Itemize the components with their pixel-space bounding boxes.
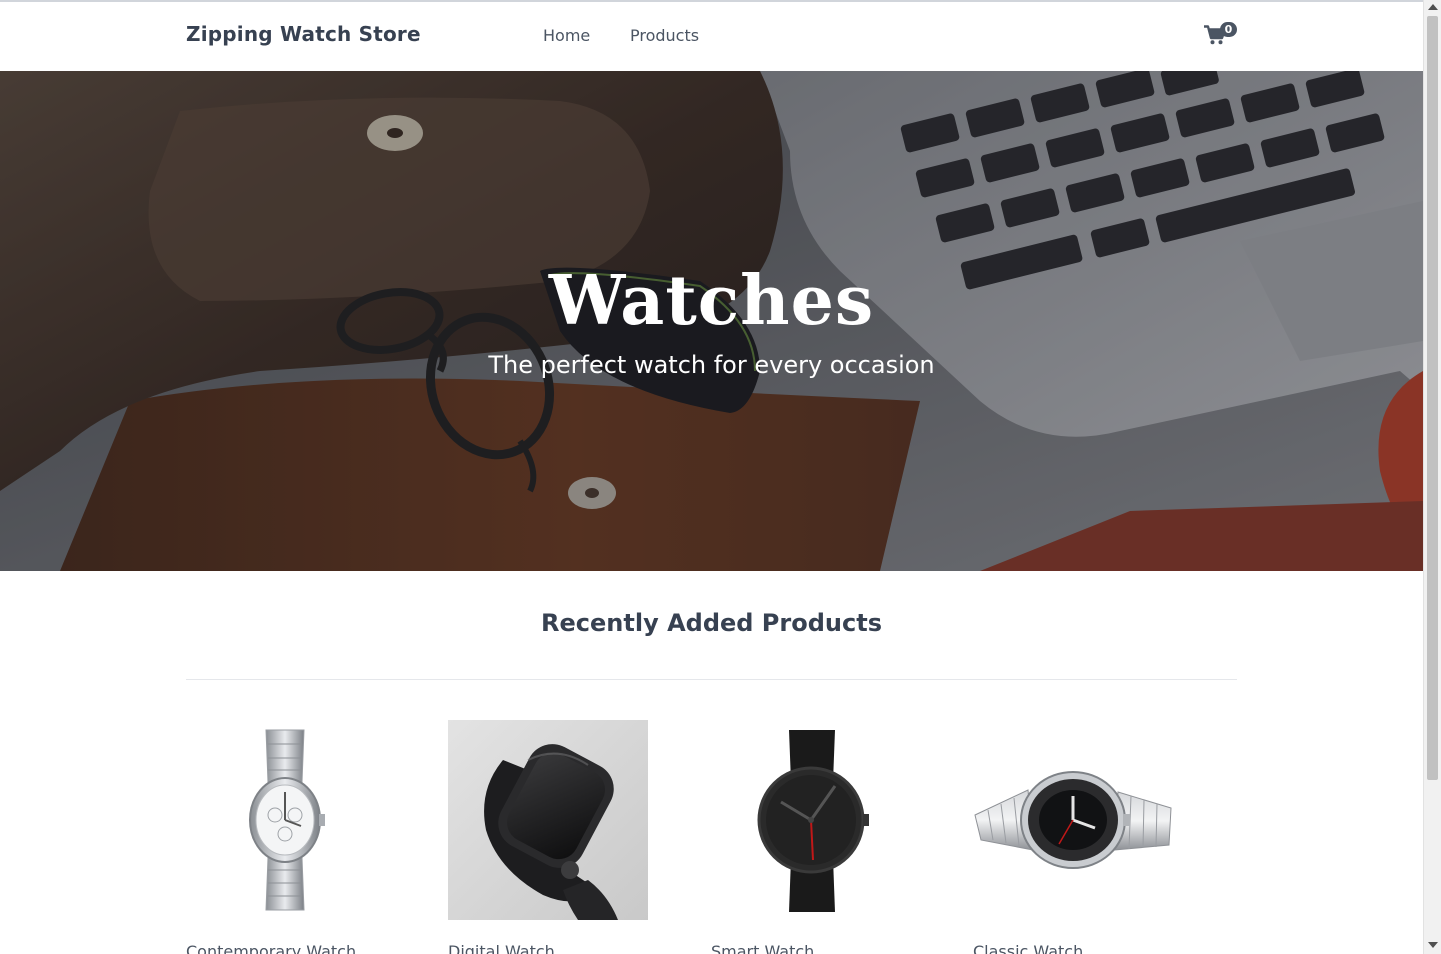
product-name[interactable]: Classic Watch	[973, 942, 1083, 954]
browser-viewport: Zipping Watch Store Home Products 0 Watc…	[0, 0, 1441, 954]
hero-subtitle: The perfect watch for every occasion	[488, 351, 935, 379]
cart-count-badge: 0	[1220, 22, 1237, 37]
product-image[interactable]	[448, 720, 648, 920]
navbar: Zipping Watch Store Home Products 0	[0, 0, 1423, 71]
product-name[interactable]: Smart Watch	[711, 942, 814, 954]
product-card[interactable]: Digital Watch	[448, 720, 648, 954]
product-image[interactable]	[973, 720, 1173, 920]
scrollbar-thumb[interactable]	[1427, 16, 1438, 780]
product-image[interactable]	[186, 720, 386, 920]
nav-link-products[interactable]: Products	[630, 26, 699, 45]
nav-link-home[interactable]: Home	[543, 26, 590, 45]
scroll-up-arrow-icon[interactable]	[1428, 4, 1438, 10]
product-card[interactable]: Contemporary Watch	[186, 720, 386, 954]
hero-title: Watches	[548, 261, 875, 341]
product-name[interactable]: Contemporary Watch	[186, 942, 356, 954]
product-card[interactable]: Smart Watch	[711, 720, 911, 954]
page: Zipping Watch Store Home Products 0 Watc…	[0, 0, 1423, 954]
steel-diver-watch	[974, 771, 1172, 869]
black-leather-strap-watch	[757, 730, 869, 912]
scroll-down-arrow-icon[interactable]	[1428, 942, 1438, 948]
product-card[interactable]: Classic Watch	[973, 720, 1173, 954]
section-divider	[186, 679, 1237, 680]
product-image[interactable]	[711, 720, 911, 920]
product-name[interactable]: Digital Watch	[448, 942, 555, 954]
silver-chronograph-watch	[249, 729, 325, 911]
vertical-scrollbar[interactable]	[1423, 0, 1441, 954]
black-smartwatch	[448, 720, 648, 920]
cart-button[interactable]: 0	[1204, 22, 1238, 48]
hero-banner: Watches The perfect watch for every occa…	[0, 71, 1423, 571]
section-title: Recently Added Products	[541, 609, 882, 637]
brand-logo[interactable]: Zipping Watch Store	[186, 22, 421, 46]
